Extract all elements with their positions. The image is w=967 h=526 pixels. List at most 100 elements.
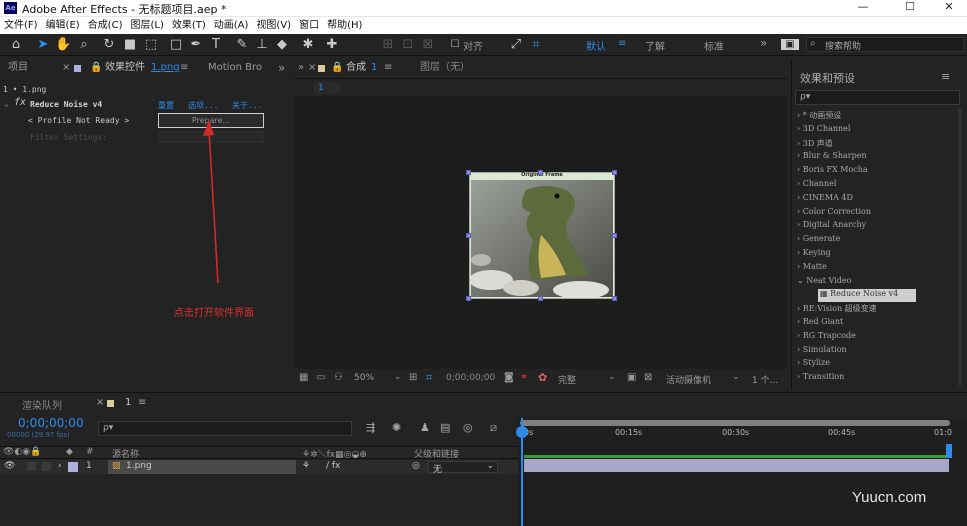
pen-tool-icon[interactable]: ✒ xyxy=(188,37,204,53)
zoom-tool-icon[interactable]: ⌕ xyxy=(76,37,92,53)
transform-handle[interactable] xyxy=(466,233,471,238)
maximize-button[interactable]: ☐ xyxy=(895,0,925,14)
about-link[interactable]: 关于... xyxy=(232,100,262,111)
graph-editor-icon[interactable]: ⧄ xyxy=(490,421,497,435)
zoom-select[interactable]: 50% xyxy=(354,373,374,383)
selection-tool-icon[interactable]: ➤ xyxy=(36,37,50,53)
table-row[interactable]: 👁 › 1 ▨ 1.png ⚘ / fx ◎ 无 ⌄ xyxy=(0,460,518,475)
effects-list-category[interactable]: ⌄ Neat Video xyxy=(797,276,851,289)
snap-icon[interactable]: ⤢ xyxy=(508,37,524,53)
effects-list-category[interactable]: › Matte xyxy=(797,262,827,275)
reset-link[interactable]: 重置 xyxy=(158,100,174,111)
effects-list-category[interactable]: › Red Giant xyxy=(797,317,843,330)
world-axis-icon[interactable]: ⊡ xyxy=(400,37,416,53)
effects-list-category[interactable]: › RE:Vision 超级变速 xyxy=(797,303,877,316)
comp-nav-chip[interactable]: 1 xyxy=(314,82,340,94)
menu-edit[interactable]: 编辑(E) xyxy=(46,17,80,34)
menu-lines-icon[interactable]: ≡ xyxy=(618,38,626,49)
solo-toggle[interactable] xyxy=(27,462,36,471)
effects-list-category[interactable]: › Generate xyxy=(797,234,840,247)
channel-icon[interactable]: ✿ xyxy=(538,371,547,384)
region-of-interest-icon[interactable]: ⌗ xyxy=(426,371,432,385)
workspace-default[interactable]: 默认 xyxy=(586,38,606,53)
work-area-bar[interactable] xyxy=(520,420,950,426)
camera-tool-icon[interactable]: ■ xyxy=(121,37,139,53)
transform-handle[interactable] xyxy=(612,296,617,301)
menu-help[interactable]: 帮助(H) xyxy=(327,17,362,34)
effects-list-category[interactable]: › Stylize xyxy=(797,358,830,371)
effects-list-category[interactable]: › * 动画预设 xyxy=(797,110,841,123)
comp-lock-icon[interactable]: 🔒 xyxy=(331,57,343,79)
comp-flowchart-icon[interactable]: ⇶ xyxy=(366,421,375,434)
align-checkbox[interactable]: ☐ xyxy=(449,37,461,53)
search-help-field[interactable]: ⌕ 搜索帮助 xyxy=(806,37,964,52)
layer-name-cell[interactable]: ▨ 1.png xyxy=(108,460,296,474)
snapshot-icon[interactable]: ◙ xyxy=(504,372,514,383)
transform-handle[interactable] xyxy=(612,170,617,175)
workspaces-more-button[interactable]: » xyxy=(760,36,767,50)
workspace-learn[interactable]: 了解 xyxy=(645,38,665,53)
eye-icon[interactable]: 👁 xyxy=(4,461,15,471)
home-icon[interactable]: ⌂ xyxy=(8,37,24,53)
shy-layers-icon[interactable]: ♟ xyxy=(420,421,430,434)
resolution-icon[interactable]: ⊞ xyxy=(409,372,417,383)
rectangle-tool-icon[interactable]: □ xyxy=(168,37,184,53)
tab-effect-controls[interactable]: 效果控件 xyxy=(105,57,145,79)
shy-switch-icon[interactable]: ⚘ xyxy=(302,461,310,471)
transform-handle[interactable] xyxy=(466,296,471,301)
panel-more-icon[interactable]: » xyxy=(278,57,285,79)
pan-behind-tool-icon[interactable]: ⬚ xyxy=(143,37,159,53)
workspace-standard[interactable]: 标准 xyxy=(704,38,724,53)
frame-blending-icon[interactable]: ▤ xyxy=(440,421,450,434)
hand-tool-icon[interactable]: ✋ xyxy=(55,37,71,53)
menu-window[interactable]: 窗口 xyxy=(299,17,319,34)
brush-tool-icon[interactable]: ✎ xyxy=(234,37,250,53)
timeline-tab-close-icon[interactable]: × xyxy=(96,397,104,408)
lock-toggle[interactable] xyxy=(42,462,51,471)
share-icon[interactable]: ▣ xyxy=(781,39,799,50)
tab-composition-name[interactable]: 1 xyxy=(371,57,377,79)
effects-list-category[interactable]: › 3D 声道 xyxy=(797,138,833,151)
effects-list-category[interactable]: › Color Correction xyxy=(797,207,871,220)
views-select[interactable]: 1 个... xyxy=(752,373,778,386)
fx-icon[interactable]: fx xyxy=(14,97,26,108)
tab-close-icon[interactable]: × xyxy=(62,57,70,79)
close-button[interactable]: ✕ xyxy=(934,0,964,14)
effects-list-category[interactable]: › RG Trapcode xyxy=(797,331,856,344)
tab-motion-bro[interactable]: Motion Bro xyxy=(208,57,262,79)
menu-composition[interactable]: 合成(C) xyxy=(88,17,123,34)
eraser-tool-icon[interactable]: ◆ xyxy=(274,37,290,53)
monitor-icon[interactable]: ▭ xyxy=(316,372,325,383)
snap-options-icon[interactable]: ⌗ xyxy=(528,37,544,53)
view-axis-icon[interactable]: ⊠ xyxy=(420,37,436,53)
local-axis-icon[interactable]: ⊞ xyxy=(380,37,396,53)
transform-handle[interactable] xyxy=(538,296,543,301)
lock-icon[interactable]: 🔒 xyxy=(90,57,102,79)
camera-select[interactable]: 活动摄像机 xyxy=(666,373,711,386)
tab-layer[interactable]: 图层（无） xyxy=(420,57,470,79)
playhead-handle[interactable] xyxy=(516,426,528,438)
minimize-button[interactable]: — xyxy=(848,0,878,14)
effects-list-category[interactable]: › 3D Channel xyxy=(797,124,850,137)
comp-tab-menu-icon[interactable]: ≡ xyxy=(384,57,392,79)
tab-timeline-comp[interactable]: 1 xyxy=(125,397,131,408)
menu-effect[interactable]: 效果(T) xyxy=(172,17,206,34)
fast-preview-icon[interactable]: ▣ xyxy=(627,372,636,383)
always-preview-icon[interactable]: ▦ xyxy=(299,372,308,383)
options-link[interactable]: 选项... xyxy=(188,100,218,111)
effects-list-category[interactable]: › Channel xyxy=(797,179,836,192)
transparency-grid-icon[interactable]: ⊠ xyxy=(644,372,652,383)
transform-handle[interactable] xyxy=(612,233,617,238)
quality-select[interactable]: 完整 xyxy=(558,373,576,386)
effects-list-effect[interactable]: ▦ Reduce Noise v4 xyxy=(818,289,916,303)
effects-search-input[interactable]: ρ▾ xyxy=(795,90,960,105)
effects-list-category[interactable]: › Digital Anarchy xyxy=(797,220,866,233)
clone-stamp-tool-icon[interactable]: ⊥ xyxy=(254,37,270,53)
menu-animation[interactable]: 动画(A) xyxy=(214,17,249,34)
effects-scrollbar[interactable] xyxy=(958,108,962,386)
expand-arrow-icon[interactable]: › xyxy=(58,461,62,471)
end-marker[interactable] xyxy=(946,444,952,458)
roto-brush-tool-icon[interactable]: ✱ xyxy=(300,37,316,53)
tab-effect-controls-file[interactable]: 1.png xyxy=(151,57,180,79)
transform-handle[interactable] xyxy=(538,170,543,175)
